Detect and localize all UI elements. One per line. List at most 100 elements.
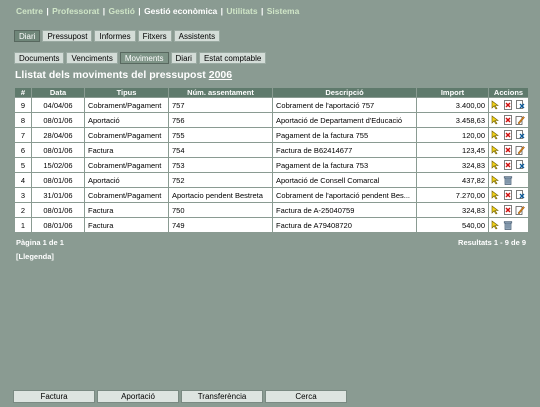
- row-number: 8: [14, 112, 32, 128]
- row-type: Factura: [84, 202, 169, 218]
- row-entry-number: 755: [168, 127, 273, 143]
- table-header-row: # Data Tipus Núm. assentament Descripció…: [14, 87, 529, 98]
- row-description: Pagament de la factura 753: [272, 157, 417, 173]
- row-amount: 437,82: [416, 172, 489, 188]
- row-entry-number: 750: [168, 202, 273, 218]
- row-type: Cobrament/Pagament: [84, 157, 169, 173]
- row-number: 7: [14, 127, 32, 143]
- nav-gestio-economica[interactable]: Gestió econòmica: [144, 6, 217, 16]
- row-actions: [488, 127, 529, 143]
- pay-icon[interactable]: [515, 115, 525, 125]
- edit-icon[interactable]: [491, 115, 501, 125]
- page-title-text: Llistat dels moviments del pressupost: [15, 69, 206, 81]
- main-tabs: Diari Pressupost Informes Fitxers Assist…: [14, 30, 221, 42]
- subtab-documents[interactable]: Documents: [14, 52, 65, 64]
- delete-icon[interactable]: [503, 190, 513, 200]
- row-type: Factura: [84, 217, 169, 233]
- tab-fitxers[interactable]: Fitxers: [137, 30, 172, 42]
- delete-icon[interactable]: [503, 205, 513, 215]
- trash-icon[interactable]: [503, 220, 513, 230]
- tab-assistents[interactable]: Assistents: [173, 30, 221, 42]
- movements-table: # Data Tipus Núm. assentament Descripció…: [14, 87, 529, 233]
- row-type: Aportació: [84, 112, 169, 128]
- subtab-venciments[interactable]: Venciments: [66, 52, 118, 64]
- delete-icon[interactable]: [503, 145, 513, 155]
- subtab-moviments[interactable]: Moviments: [119, 52, 169, 64]
- row-number: 5: [14, 157, 32, 173]
- row-amount: 120,00: [416, 127, 489, 143]
- table-footer: Pàgina 1 de 1 Resultats 1 - 9 de 9: [14, 238, 528, 247]
- nav-gestio[interactable]: Gestió: [108, 6, 134, 16]
- pay-icon[interactable]: [515, 145, 525, 155]
- year-link[interactable]: 2006: [209, 69, 232, 81]
- row-description: Cobrament de l'aportació 757: [272, 97, 417, 113]
- row-number: 2: [14, 202, 32, 218]
- edit-icon[interactable]: [491, 145, 501, 155]
- row-description: Aportació de Consell Comarcal: [272, 172, 417, 188]
- row-type: Cobrament/Pagament: [84, 187, 169, 203]
- subtab-estat-comptable[interactable]: Estat comptable: [198, 52, 267, 64]
- transferencia-button[interactable]: Transferència: [181, 390, 263, 403]
- bottom-toolbar: Factura Aportació Transferència Cerca: [13, 390, 347, 403]
- edit-icon[interactable]: [491, 190, 501, 200]
- delete-icon[interactable]: [503, 130, 513, 140]
- nav-centre[interactable]: Centre: [16, 6, 43, 16]
- nav-separator: |: [138, 6, 141, 16]
- edit-icon[interactable]: [491, 130, 501, 140]
- edit-icon[interactable]: [491, 160, 501, 170]
- header-entry: Núm. assentament: [168, 87, 273, 98]
- tab-informes[interactable]: Informes: [94, 30, 136, 42]
- table-row: 7 28/04/06 Cobrament/Pagament 755 Pagament d…: [14, 127, 529, 143]
- cerca-button[interactable]: Cerca: [265, 390, 347, 403]
- table-row: 3 31/01/06 Cobrament/Pagament Aportacio pen…: [14, 187, 529, 203]
- delete-icon[interactable]: [503, 160, 513, 170]
- row-number: 9: [14, 97, 32, 113]
- tab-pressupost[interactable]: Pressupost: [42, 30, 93, 42]
- table-row: 1 08/01/06 Factura 749 Factura de A79408720 5…: [14, 217, 529, 233]
- nav-sistema[interactable]: Sistema: [267, 6, 300, 16]
- edit-icon[interactable]: [491, 175, 501, 185]
- row-actions: [488, 187, 529, 203]
- cancel-payment-icon[interactable]: [515, 130, 525, 140]
- cancel-payment-icon[interactable]: [515, 100, 525, 110]
- header-actions: Accions: [488, 87, 529, 98]
- pay-icon[interactable]: [515, 205, 525, 215]
- table-row: 9 04/04/06 Cobrament/Pagament 757 Cobrament …: [14, 97, 529, 113]
- nav-professorat[interactable]: Professorat: [52, 6, 99, 16]
- row-actions: [488, 217, 529, 233]
- nav-separator: |: [220, 6, 224, 16]
- tab-diari[interactable]: Diari: [14, 30, 41, 42]
- edit-icon[interactable]: [491, 100, 501, 110]
- row-amount: 3.458,63: [416, 112, 489, 128]
- row-actions: [488, 142, 529, 158]
- row-number: 3: [14, 187, 32, 203]
- edit-icon[interactable]: [491, 205, 501, 215]
- subtab-diari[interactable]: Diari: [170, 52, 197, 64]
- row-description: Factura de A79408720: [272, 217, 417, 233]
- row-amount: 540,00: [416, 217, 489, 233]
- delete-icon[interactable]: [503, 100, 513, 110]
- edit-icon[interactable]: [491, 220, 501, 230]
- row-number: 4: [14, 172, 32, 188]
- header-num: #: [14, 87, 32, 98]
- results-text: Resultats 1 - 9 de 9: [458, 238, 526, 247]
- row-amount: 7.270,00: [416, 187, 489, 203]
- delete-icon[interactable]: [503, 115, 513, 125]
- aportacio-button[interactable]: Aportació: [97, 390, 179, 403]
- table-row: 2 08/01/06 Factura 750 Factura de A-25040759…: [14, 202, 529, 218]
- row-date: 31/01/06: [31, 187, 85, 203]
- nav-separator: |: [260, 6, 264, 16]
- legend-link[interactable]: [Llegenda]: [16, 252, 54, 261]
- top-navigation: Centre | Professorat | Gestió | Gestió e…: [16, 6, 299, 18]
- trash-icon[interactable]: [503, 175, 513, 185]
- cancel-payment-icon[interactable]: [515, 160, 525, 170]
- cancel-payment-icon[interactable]: [515, 190, 525, 200]
- row-entry-number: 757: [168, 97, 273, 113]
- factura-button[interactable]: Factura: [13, 390, 95, 403]
- nav-utilitats[interactable]: Utilitats: [226, 6, 257, 16]
- sub-tabs: Documents Venciments Moviments Diari Est…: [14, 52, 267, 64]
- row-amount: 3.400,00: [416, 97, 489, 113]
- row-entry-number: 752: [168, 172, 273, 188]
- row-number: 1: [14, 217, 32, 233]
- row-actions: [488, 157, 529, 173]
